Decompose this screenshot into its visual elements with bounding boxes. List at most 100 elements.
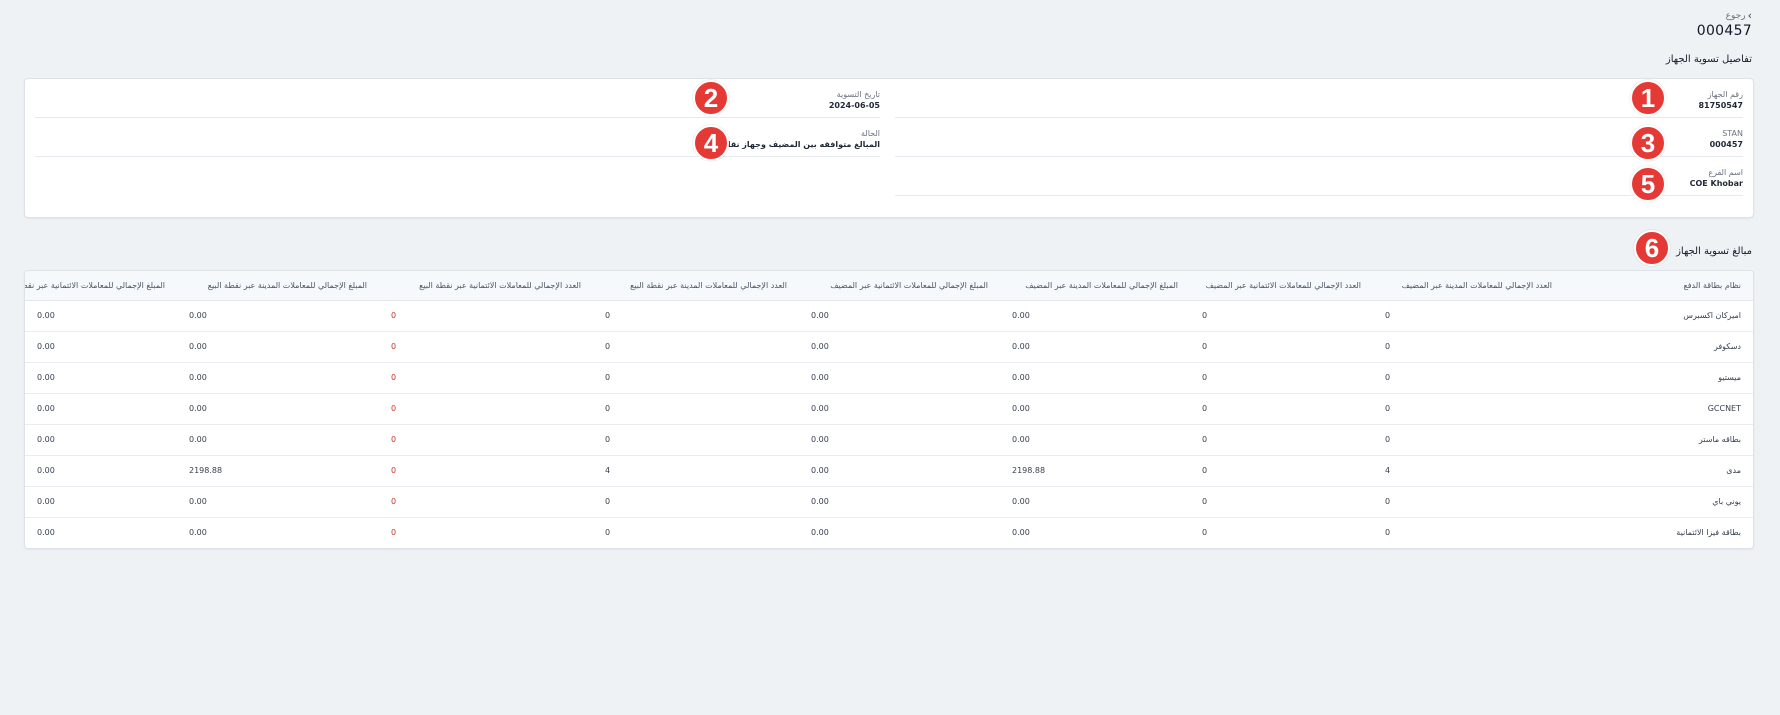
annotation-badge-3: 3: [1630, 125, 1666, 161]
annotation-badge-2: 2: [693, 80, 729, 116]
table-cell: 0: [1190, 455, 1373, 487]
table-cell: 0: [1373, 424, 1564, 456]
table-cell: 0: [379, 424, 593, 456]
field-stan: STAN 000457: [895, 118, 1743, 157]
payment-scheme-cell: اميركان اكسبرس: [1564, 300, 1753, 332]
table-cell: 0: [1373, 362, 1564, 394]
table-cell: 0: [1190, 362, 1373, 394]
table-cell: 0: [593, 486, 799, 518]
table-cell: 0: [593, 300, 799, 332]
table-row: بطاقه ماستر 0 0 0.00 0.00 0 0 0.00 0.00: [25, 424, 1753, 456]
table-cell: 0.00: [177, 331, 379, 363]
field-label: الحالة: [861, 129, 880, 138]
table-cell: 0: [379, 455, 593, 487]
amounts-section-title: مبالغ تسوية الجهاز: [1676, 246, 1752, 257]
details-card: رقم الجهاز 81750547 تاريخ التسوية 2024-0…: [24, 78, 1754, 218]
table-cell: 0.00: [799, 300, 1000, 332]
field-label: رقم الجهاز: [1707, 90, 1743, 99]
table-cell: 0: [1190, 424, 1373, 456]
table-cell: 0.00: [799, 331, 1000, 363]
table-cell: 0: [593, 424, 799, 456]
table-cell: 0: [1373, 393, 1564, 425]
field-value: 2024-06-05: [828, 101, 880, 110]
column-header: المبلغ الإجمالي للمعاملات المدينة عبر نق…: [177, 271, 379, 301]
table-cell: 0.00: [799, 424, 1000, 456]
table-cell: 0: [379, 362, 593, 394]
field-value: COE Khobar: [1689, 179, 1743, 188]
table-row: بطاقة فيزا الائتمانية 0 0 0.00 0.00 0 0 0.00 0.0…: [25, 517, 1753, 548]
table-cell: 0.00: [25, 300, 177, 332]
table-cell: 0.00: [1000, 486, 1190, 518]
payment-scheme-cell: بطاقه ماستر: [1564, 424, 1753, 456]
table-cell: 0.00: [37, 528, 55, 538]
field-label: STAN: [1722, 129, 1743, 138]
field-label: تاريخ التسوية: [836, 90, 880, 99]
table-cell: 0: [391, 528, 397, 538]
table-cell: 4: [1373, 455, 1564, 487]
table-cell: 0: [379, 331, 593, 363]
table-row: يوني باي 0 0 0.00 0.00 0 0 0.00 0.00: [25, 486, 1753, 518]
payment-scheme-cell: مدى: [1564, 455, 1753, 487]
column-header: المبلغ الإجمالي للمعاملات الائتمانية عبر…: [25, 271, 177, 301]
table-cell: 0.00: [25, 455, 177, 487]
payment-scheme-cell: GCCNET: [1564, 393, 1753, 425]
payment-scheme-cell: دسكوفر: [1564, 331, 1753, 363]
table-cell: 0.00: [177, 393, 379, 425]
table-cell: 0: [1190, 393, 1373, 425]
table-cell: 0.00: [1000, 300, 1190, 332]
table-cell: 0: [379, 486, 593, 518]
amounts-table: نظام بطاقة الدفع العدد الإجمالي للمعاملا…: [25, 271, 1753, 548]
table-cell: 4: [593, 455, 799, 487]
table-cell: 0: [1373, 486, 1564, 518]
table-cell: 2198.88: [177, 455, 379, 487]
field-branch-name: اسم الفرع COE Khobar: [895, 157, 1743, 196]
table-cell: 0: [1190, 331, 1373, 363]
column-header: العدد الإجمالي للمعاملات الائتمانية عبر …: [1190, 271, 1373, 301]
table-cell: 0.00: [799, 362, 1000, 394]
table-cell: 0: [1190, 300, 1373, 332]
table-cell: 0: [1373, 300, 1564, 332]
table-cell: 0.00: [25, 486, 177, 518]
page-header: ‹ رجوع 000457: [1697, 10, 1752, 39]
table-cell: 0.00: [1000, 331, 1190, 363]
page-title: 000457: [1696, 23, 1752, 39]
back-link[interactable]: ‹ رجوع: [1697, 10, 1752, 22]
table-cell: 0: [1202, 528, 1208, 538]
table-row: ميستيو 0 0 0.00 0.00 0 0 0.00 0.00: [25, 362, 1753, 394]
table-cell: 0.00: [25, 424, 177, 456]
annotation-badge-4: 4: [693, 125, 729, 161]
field-device-number: رقم الجهاز 81750547: [895, 79, 1743, 118]
details-section-title: تفاصيل تسوية الجهاز: [1665, 54, 1752, 65]
table-cell: 0.00: [25, 393, 177, 425]
column-header: نظام بطاقة الدفع: [1564, 271, 1753, 301]
table-cell: 0.00: [799, 455, 1000, 487]
field-value: 81750547: [1698, 101, 1743, 110]
table-cell: 0: [379, 393, 593, 425]
table-cell: 0.00: [1012, 528, 1030, 538]
table-cell: 0.00: [799, 486, 1000, 518]
table-cell: 0.00: [25, 331, 177, 363]
table-row: اميركان اكسبرس 0 0 0.00 0.00 0 0 0.00 0.00: [25, 300, 1753, 332]
column-header: المبلغ الإجمالي للمعاملات المدينة عبر ال…: [1000, 271, 1190, 301]
annotation-badge-5: 5: [1630, 166, 1666, 202]
table-cell: 0: [605, 528, 611, 538]
table-cell: 0: [1385, 528, 1391, 538]
field-settlement-date: تاريخ التسوية 2024-06-05: [35, 79, 880, 118]
table-cell: 0: [593, 331, 799, 363]
table-row: دسكوفر 0 0 0.00 0.00 0 0 0.00 0.00: [25, 331, 1753, 363]
payment-scheme-cell: يوني باي: [1564, 486, 1753, 518]
table-header-row: نظام بطاقة الدفع العدد الإجمالي للمعاملا…: [25, 271, 1753, 301]
column-header: العدد الإجمالي للمعاملات المدينة عبر نقط…: [593, 271, 799, 301]
column-header: المبلغ الإجمالي للمعاملات الائتمانية عبر…: [799, 271, 1000, 301]
annotation-badge-6: 6: [1634, 230, 1670, 266]
table-cell: 0.00: [177, 486, 379, 518]
table-row: مدى 4 0 2198.88 0.00 4 0 2198.88 0.00: [25, 455, 1753, 487]
table-cell: 0: [593, 393, 799, 425]
table-cell: 0.00: [177, 424, 379, 456]
table-cell: 0: [1190, 486, 1373, 518]
column-header: العدد الإجمالي للمعاملات المدينة عبر الم…: [1373, 271, 1564, 301]
table-cell: 2198.88: [1000, 455, 1190, 487]
table-cell: 0.00: [799, 393, 1000, 425]
table-cell: 0.00: [25, 362, 177, 394]
chevron-left-icon: ‹: [1747, 9, 1752, 22]
